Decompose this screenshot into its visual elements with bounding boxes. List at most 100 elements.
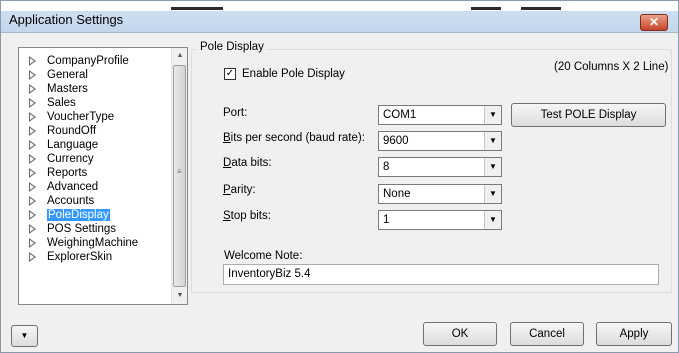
category-item-explorerskin[interactable]: ExplorerSkin (19, 250, 169, 264)
data-bits-select[interactable]: 8 ▼ (378, 157, 502, 177)
chevron-down-icon[interactable]: ▼ (484, 185, 501, 203)
parity-label-text: arity: (230, 184, 256, 196)
options-dropdown-button[interactable]: ▼ (11, 325, 38, 347)
stop-bits-label-accel: S (223, 210, 231, 222)
category-item-currency[interactable]: Currency (19, 152, 169, 166)
port-select[interactable]: COM1 ▼ (378, 105, 502, 125)
welcome-note-input[interactable]: InventoryBiz 5.4 (223, 264, 659, 285)
baud-rate-value: 9600 (383, 135, 409, 147)
title-bar[interactable]: Application Settings ✕ (1, 1, 678, 33)
top-strip (1, 1, 678, 11)
category-label: PoleDisplay (47, 209, 110, 221)
port-value: COM1 (383, 109, 417, 121)
data-bits-value: 8 (383, 161, 390, 173)
scroll-thumb[interactable]: ≡ (173, 65, 186, 287)
baud-rate-label: Bits per second (baud rate): (223, 132, 365, 144)
category-item-pos-settings[interactable]: POS Settings (19, 222, 169, 236)
category-label: Accounts (47, 195, 95, 207)
expand-triangle-icon (29, 140, 36, 150)
expand-triangle-icon (29, 56, 36, 66)
baud-rate-label-accel: B (223, 132, 231, 144)
category-label: VoucherType (47, 111, 115, 123)
test-pole-display-button[interactable]: Test POLE Display (511, 103, 666, 127)
ok-button[interactable]: OK (423, 322, 497, 346)
welcome-note-label: Welcome Note: (224, 250, 303, 262)
ok-label: OK (451, 328, 469, 340)
columns-note: (20 Columns X 2 Line) (554, 61, 669, 73)
category-item-masters[interactable]: Masters (19, 82, 169, 96)
expand-triangle-icon (29, 84, 36, 94)
category-label: General (47, 69, 88, 81)
stop-bits-label-text: top bits: (230, 210, 271, 222)
chevron-down-icon[interactable]: ▼ (484, 106, 501, 124)
scroll-up-icon[interactable]: ▲ (172, 48, 187, 64)
expand-triangle-icon (29, 224, 36, 234)
expand-triangle-icon (29, 126, 36, 136)
list-scrollbar[interactable]: ▲ ≡ ▼ (171, 48, 187, 304)
chevron-down-icon: ▼ (20, 331, 29, 340)
category-label: RoundOff (47, 125, 97, 137)
category-item-advanced[interactable]: Advanced (19, 180, 169, 194)
window-title: Application Settings (9, 12, 124, 27)
category-item-poledisplay[interactable]: PoleDisplay (19, 208, 169, 222)
apply-button[interactable]: Apply (596, 322, 672, 346)
category-item-weighingmachine[interactable]: WeighingMachine (19, 236, 169, 250)
scroll-down-icon[interactable]: ▼ (172, 288, 187, 304)
category-label: WeighingMachine (47, 237, 139, 249)
category-item-vouchertype[interactable]: VoucherType (19, 110, 169, 124)
chevron-down-icon[interactable]: ▼ (484, 211, 501, 229)
data-bits-label-text: ata bits: (231, 157, 272, 169)
enable-pole-display-label[interactable]: Enable Pole Display (242, 68, 345, 80)
strip-mark (521, 7, 561, 10)
stop-bits-value: 1 (383, 214, 390, 226)
category-item-language[interactable]: Language (19, 138, 169, 152)
strip-mark (471, 7, 501, 10)
cancel-label: Cancel (529, 328, 565, 340)
baud-rate-label-text: its per second (baud rate): (230, 132, 365, 144)
category-label: Language (47, 139, 99, 151)
chevron-down-icon[interactable]: ▼ (484, 158, 501, 176)
category-item-sales[interactable]: Sales (19, 96, 169, 110)
category-item-accounts[interactable]: Accounts (19, 194, 169, 208)
expand-triangle-icon (29, 252, 36, 262)
category-label: CompanyProfile (47, 55, 129, 67)
data-bits-label: Data bits: (223, 157, 272, 169)
parity-value: None (383, 188, 411, 200)
strip-mark (171, 7, 223, 10)
cancel-button[interactable]: Cancel (510, 322, 584, 346)
close-button[interactable]: ✕ (640, 14, 668, 31)
stop-bits-label: Stop bits: (223, 210, 271, 222)
expand-triangle-icon (29, 154, 36, 164)
category-label: Advanced (47, 181, 99, 193)
category-item-companyprofile[interactable]: CompanyProfile (19, 54, 169, 68)
expand-triangle-icon (29, 168, 36, 178)
check-icon: ✓ (225, 68, 235, 79)
category-label: ExplorerSkin (47, 251, 113, 263)
parity-label-accel: P (223, 184, 231, 196)
category-label: Sales (47, 97, 76, 109)
test-button-label: Test POLE Display (540, 109, 637, 121)
grip-icon: ≡ (177, 167, 182, 176)
expand-triangle-icon (29, 196, 36, 206)
settings-category-list[interactable]: CompanyProfile General Masters Sales Vou… (18, 47, 188, 305)
expand-triangle-icon (29, 238, 36, 248)
apply-label: Apply (619, 328, 649, 340)
expand-triangle-icon (29, 98, 36, 108)
port-label: Port: (223, 107, 248, 119)
category-item-reports[interactable]: Reports (19, 166, 169, 180)
parity-select[interactable]: None ▼ (378, 184, 502, 204)
expand-triangle-icon (29, 182, 36, 192)
category-item-roundoff[interactable]: RoundOff (19, 124, 169, 138)
enable-pole-display-checkbox[interactable]: ✓ (224, 68, 236, 80)
stop-bits-select[interactable]: 1 ▼ (378, 210, 502, 230)
expand-triangle-icon (29, 70, 36, 80)
parity-label: Parity: (223, 184, 256, 196)
category-label: Reports (47, 167, 88, 179)
category-label: Masters (47, 83, 88, 95)
chevron-down-icon[interactable]: ▼ (484, 132, 501, 150)
expand-triangle-icon (29, 210, 36, 220)
group-title: Pole Display (198, 41, 266, 53)
category-label: Currency (47, 153, 94, 165)
baud-rate-select[interactable]: 9600 ▼ (378, 131, 502, 151)
category-item-general[interactable]: General (19, 68, 169, 82)
